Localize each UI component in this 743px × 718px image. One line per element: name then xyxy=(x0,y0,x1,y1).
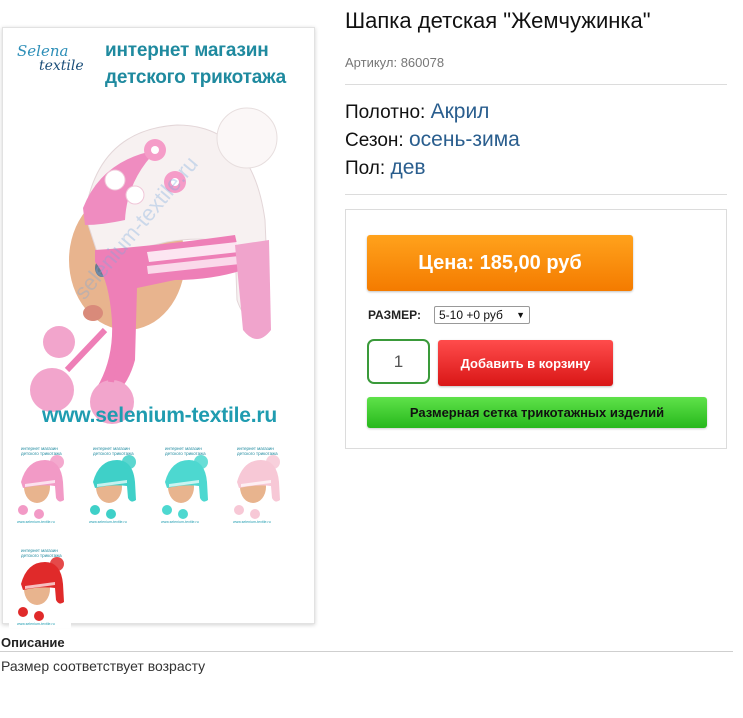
size-chart-button[interactable]: Размерная сетка трикотажных изделий xyxy=(367,397,707,428)
svg-text:www.selenium-textile.ru: www.selenium-textile.ru xyxy=(17,622,55,626)
description-text: Размер соответствует возрасту xyxy=(1,658,206,674)
attr-fabric-value[interactable]: Акрил xyxy=(431,100,490,123)
divider xyxy=(345,84,727,85)
brand-line-2: textile xyxy=(39,58,84,74)
product-title: Шапка детская "Жемчужинка" xyxy=(345,8,651,33)
svg-text:www.selenium-textile.ru: www.selenium-textile.ru xyxy=(89,520,127,524)
svg-text:www.selenium-textile.ru: www.selenium-textile.ru xyxy=(161,520,199,524)
thumbnail-image: интернет магазиндетского трикотажаwww.se… xyxy=(153,442,215,526)
buy-box: Цена: 185,00 руб РАЗМЕР: 5-10 +0 руб ▼ 1… xyxy=(345,209,727,449)
site-url: www.selenium-textile.ru xyxy=(41,404,277,427)
add-to-cart-button[interactable]: Добавить в корзину xyxy=(438,340,613,386)
thumbnail-light-pink[interactable]: интернет магазин детского трикотажа www.se… xyxy=(225,442,287,526)
attr-gender: Пол: дев xyxy=(345,156,426,180)
thumbnail-image: интернет магазиндетского трикотажаwww.se… xyxy=(9,442,71,526)
shop-tagline-1: интернет магазин xyxy=(105,40,269,61)
product-sku: Артикул: 860078 xyxy=(345,55,445,70)
svg-text:www.selenium-textile.ru: www.selenium-textile.ru xyxy=(233,520,271,524)
quantity-input[interactable]: 1 xyxy=(367,339,430,384)
price-button[interactable]: Цена: 185,00 руб xyxy=(367,235,633,291)
attr-season-label: Сезон: xyxy=(345,130,404,151)
thumbnail-pink[interactable]: интернет магазин детского трикотажа www.se… xyxy=(9,442,71,526)
attr-fabric-label: Полотно: xyxy=(345,102,426,123)
thumbnail-image: интернет магазиндетского трикотажаwww.se… xyxy=(225,442,287,526)
attr-gender-label: Пол: xyxy=(345,158,386,179)
attr-fabric: Полотно: Акрил xyxy=(345,100,489,124)
divider xyxy=(345,194,727,195)
thumbnail-image: интернет магазиндетского трикотажаwww.se… xyxy=(81,442,143,526)
hat-photo xyxy=(30,107,278,424)
description-heading: Описание xyxy=(1,635,65,650)
dropdown-arrow-icon: ▼ xyxy=(516,310,525,320)
attr-gender-value[interactable]: дев xyxy=(390,156,425,179)
description-divider xyxy=(0,651,733,652)
size-select[interactable]: 5-10 +0 руб ▼ xyxy=(434,306,530,324)
thumbnail-red[interactable]: интернет магазин детского трикотажа www.se… xyxy=(9,544,71,628)
thumbnail-image: интернет магазиндетского трикотажаwww.se… xyxy=(9,544,71,628)
thumbnail-turquoise[interactable]: интернет магазин детского трикотажа www.se… xyxy=(81,442,143,526)
size-label: РАЗМЕР: xyxy=(368,308,421,322)
attr-season: Сезон: осень-зима xyxy=(345,128,520,152)
main-product-image[interactable]: selenium-textile.ru Selena textile интер… xyxy=(7,30,312,440)
svg-text:www.selenium-textile.ru: www.selenium-textile.ru xyxy=(17,520,55,524)
size-select-value: 5-10 +0 руб xyxy=(439,308,503,322)
thumbnail-turquoise-light[interactable]: интернет магазин детского трикотажа www.se… xyxy=(153,442,215,526)
shop-tagline-2: детского трикотажа xyxy=(105,67,286,88)
product-gallery: selenium-textile.ru Selena textile интер… xyxy=(2,27,315,628)
brand-logo: Selena textile xyxy=(17,44,84,74)
attr-season-value[interactable]: осень-зима xyxy=(409,128,520,151)
